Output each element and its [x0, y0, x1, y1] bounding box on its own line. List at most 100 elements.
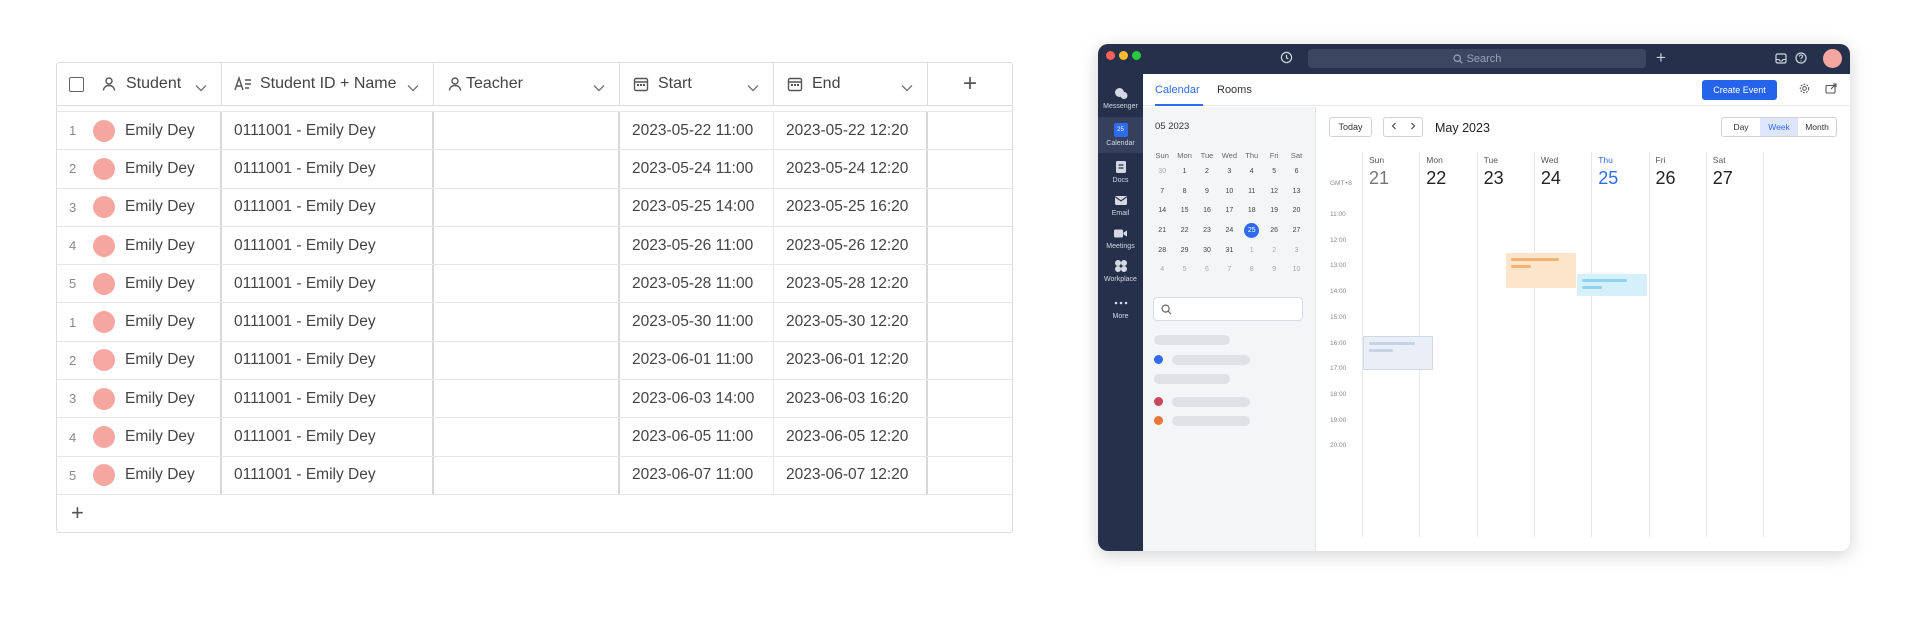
cell-end[interactable]: 2023-05-30 12:20	[774, 303, 928, 341]
cell-start[interactable]: 2023-06-01 11:00	[620, 341, 774, 380]
table-row[interactable]: 1 Emily Dey 0111001 - Emily Dey 2023-05-22 …	[57, 112, 1012, 151]
sidebar-item-email[interactable]: Email	[1098, 193, 1143, 223]
mini-calendar-day[interactable]: 3	[1218, 162, 1240, 182]
cell-end[interactable]: 2023-06-03 16:20	[774, 380, 928, 418]
mini-calendar-day[interactable]: 23	[1196, 221, 1218, 241]
mini-calendar-day[interactable]: 8	[1241, 260, 1263, 280]
event-block[interactable]	[1577, 274, 1647, 296]
cell-start[interactable]: 2023-05-25 14:00	[620, 188, 774, 226]
cell-end[interactable]: 2023-05-25 16:20	[774, 188, 928, 226]
cell-student[interactable]: 5 Emily Dey	[57, 265, 222, 303]
mini-calendar-day[interactable]: 16	[1196, 201, 1218, 221]
mini-calendar-day[interactable]: 27	[1285, 221, 1307, 241]
mini-calendar-day[interactable]: 6	[1196, 260, 1218, 280]
mini-calendar-day[interactable]: 30	[1151, 162, 1173, 182]
cell-teacher[interactable]	[434, 380, 620, 418]
cell-student[interactable]: 5 Emily Dey	[57, 456, 222, 494]
cell-student-id-name[interactable]: 0111001 - Emily Dey	[222, 380, 434, 418]
table-row[interactable]: 4 Emily Dey 0111001 - Emily Dey 2023-06-05 …	[57, 418, 1012, 457]
maximize-window-button[interactable]	[1132, 51, 1141, 60]
cell-student[interactable]: 3 Emily Dey	[57, 188, 222, 226]
cell-student-id-name[interactable]: 0111001 - Emily Dey	[222, 303, 434, 341]
cell-student[interactable]: 2 Emily Dey	[57, 150, 222, 188]
cell-student-id-name[interactable]: 0111001 - Emily Dey	[222, 341, 434, 380]
cell-start[interactable]: 2023-05-26 11:00	[620, 226, 774, 265]
column-header-teacher[interactable]: Teacher	[434, 63, 620, 105]
column-header-student-id-name[interactable]: Student ID + Name	[222, 63, 434, 105]
chevron-right-icon[interactable]	[1410, 122, 1416, 132]
cell-teacher[interactable]	[434, 188, 620, 226]
sidebar-item-meetings[interactable]: Meetings	[1098, 226, 1143, 256]
chevron-down-icon[interactable]	[195, 79, 207, 97]
table-row[interactable]: 5 Emily Dey 0111001 - Emily Dey 2023-05-28 …	[57, 265, 1012, 304]
cell-end[interactable]: 2023-05-28 12:20	[774, 265, 928, 303]
mini-calendar-day[interactable]: 28	[1151, 240, 1173, 260]
today-button[interactable]: Today	[1329, 117, 1372, 137]
view-day-button[interactable]: Day	[1722, 118, 1760, 136]
cell-teacher[interactable]	[434, 303, 620, 341]
help-icon[interactable]	[1795, 52, 1807, 67]
cell-teacher[interactable]	[434, 265, 620, 303]
mini-calendar-day[interactable]: 19	[1263, 201, 1285, 221]
add-row-button[interactable]: +	[57, 495, 1012, 531]
table-row[interactable]: 2 Emily Dey 0111001 - Emily Dey 2023-05-24 …	[57, 150, 1012, 189]
cell-end[interactable]: 2023-05-24 12:20	[774, 150, 928, 188]
table-row[interactable]: 3 Emily Dey 0111001 - Emily Dey 2023-06-03 …	[57, 380, 1012, 419]
cell-student-id-name[interactable]: 0111001 - Emily Dey	[222, 112, 434, 150]
event-block[interactable]	[1363, 336, 1433, 370]
cell-end[interactable]: 2023-06-05 12:20	[774, 418, 928, 456]
settings-gear-icon[interactable]	[1799, 83, 1810, 97]
mini-calendar-day[interactable]: 20	[1285, 201, 1307, 221]
history-icon[interactable]	[1280, 51, 1293, 67]
mini-calendar-day[interactable]: 7	[1151, 182, 1173, 202]
view-week-button[interactable]: Week	[1760, 118, 1798, 136]
mini-calendar-day[interactable]: 1	[1241, 240, 1263, 260]
user-avatar[interactable]	[1823, 49, 1842, 68]
cell-teacher[interactable]	[434, 226, 620, 265]
column-header-student[interactable]: Student	[57, 63, 222, 105]
mini-calendar-day[interactable]: 11	[1241, 182, 1263, 202]
cell-teacher[interactable]	[434, 456, 620, 494]
mini-calendar-day[interactable]: 29	[1173, 240, 1195, 260]
cell-student-id-name[interactable]: 0111001 - Emily Dey	[222, 418, 434, 456]
calendar-checked-icon[interactable]	[1154, 355, 1163, 364]
cell-teacher[interactable]	[434, 341, 620, 380]
mini-calendar-day[interactable]: 1	[1173, 162, 1195, 182]
select-all-checkbox[interactable]	[69, 76, 84, 92]
sidebar-item-workplace[interactable]: Workplace	[1098, 259, 1143, 289]
day-header[interactable]: Sat 27	[1707, 155, 1777, 189]
mini-calendar-day[interactable]: 31	[1218, 240, 1240, 260]
cell-start[interactable]: 2023-05-24 11:00	[620, 150, 774, 188]
mini-calendar-day[interactable]: 14	[1151, 201, 1173, 221]
mini-calendar-day[interactable]: 26	[1263, 221, 1285, 241]
cell-end[interactable]: 2023-06-07 12:20	[774, 456, 928, 494]
calendar-color-dot[interactable]	[1154, 397, 1163, 406]
column-header-end[interactable]: End	[774, 63, 928, 105]
mini-calendar-day[interactable]: 4	[1241, 162, 1263, 182]
mini-calendar-day[interactable]: 9	[1196, 182, 1218, 202]
mini-calendar-day[interactable]: 3	[1285, 240, 1307, 260]
view-month-button[interactable]: Month	[1798, 118, 1836, 136]
cell-end[interactable]: 2023-05-26 12:20	[774, 226, 928, 265]
share-icon[interactable]	[1825, 83, 1837, 97]
mini-calendar-day[interactable]: 6	[1285, 162, 1307, 182]
cell-start[interactable]: 2023-05-30 11:00	[620, 303, 774, 341]
cell-student-id-name[interactable]: 0111001 - Emily Dey	[222, 265, 434, 303]
create-event-button[interactable]: Create Event	[1702, 80, 1777, 100]
close-window-button[interactable]	[1106, 51, 1115, 60]
chevron-down-icon[interactable]	[407, 79, 419, 97]
mini-calendar-day[interactable]: 2	[1263, 240, 1285, 260]
chevron-left-icon[interactable]	[1391, 122, 1397, 132]
mini-calendar-day[interactable]: 24	[1218, 221, 1240, 241]
chevron-down-icon[interactable]	[747, 79, 759, 97]
mini-calendar-day[interactable]: 8	[1173, 182, 1195, 202]
cell-student[interactable]: 4 Emily Dey	[57, 226, 222, 265]
chevron-down-icon[interactable]	[593, 79, 605, 97]
table-row[interactable]: 5 Emily Dey 0111001 - Emily Dey 2023-06-07 …	[57, 456, 1012, 495]
cell-start[interactable]: 2023-06-03 14:00	[620, 380, 774, 418]
search-input[interactable]: Search	[1308, 49, 1646, 68]
cell-teacher[interactable]	[434, 418, 620, 456]
cell-student[interactable]: 1 Emily Dey	[57, 303, 222, 341]
chevron-down-icon[interactable]	[901, 79, 913, 97]
mini-calendar-day[interactable]: 30	[1196, 240, 1218, 260]
